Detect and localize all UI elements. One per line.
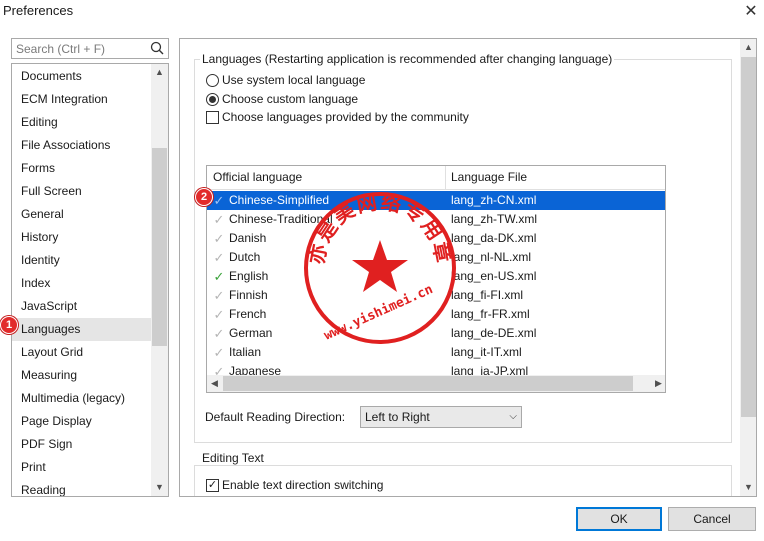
reading-direction-value: Left to Right: [365, 410, 430, 424]
category-item-languages[interactable]: Languages: [12, 318, 152, 341]
category-item-reading[interactable]: Reading: [12, 479, 152, 496]
category-item-javascript[interactable]: JavaScript: [12, 295, 152, 318]
community-languages-checkbox[interactable]: [206, 111, 219, 124]
stamp-url-text: www.yishimei.cn: [322, 282, 435, 343]
category-list: Documents ECM Integration Editing File A…: [11, 63, 169, 497]
reading-direction-label: Default Reading Direction:: [205, 410, 346, 424]
search-box[interactable]: [11, 38, 169, 59]
category-item-print[interactable]: Print: [12, 456, 152, 479]
scroll-up-arrow-icon[interactable]: ▲: [741, 40, 756, 55]
reading-direction-select[interactable]: Left to Right ⌵: [360, 406, 522, 428]
language-file: lang_da-DK.xml: [451, 231, 537, 245]
category-item-layout-grid[interactable]: Layout Grid: [12, 341, 152, 364]
watermark-stamp: 亦是美网络专用章 www.yishimei.cn: [304, 189, 456, 344]
category-item-file-associations[interactable]: File Associations: [12, 134, 152, 157]
scrollbar-thumb[interactable]: [741, 57, 756, 417]
table-header: Official language Language File: [207, 166, 665, 190]
scroll-down-arrow-icon[interactable]: ▼: [741, 480, 756, 495]
category-item-editing[interactable]: Editing: [12, 111, 152, 134]
table-horizontal-scrollbar[interactable]: ◀ ▶: [207, 375, 665, 392]
languages-group-legend: Languages (Restarting application is rec…: [200, 52, 615, 66]
category-item-identity[interactable]: Identity: [12, 249, 152, 272]
category-item-page-display[interactable]: Page Display: [12, 410, 152, 433]
language-file: lang_en-US.xml: [451, 269, 537, 283]
annotation-badge-1: 1: [0, 316, 18, 334]
text-direction-switching-checkbox[interactable]: ✓: [206, 479, 219, 492]
use-system-language-radio[interactable]: [206, 74, 219, 87]
search-icon[interactable]: [150, 41, 164, 55]
check-icon: ✓: [213, 307, 225, 322]
search-input[interactable]: [12, 39, 144, 58]
language-file: lang_zh-CN.xml: [451, 193, 537, 207]
category-item-index[interactable]: Index: [12, 272, 152, 295]
chevron-down-icon: ⌵: [509, 411, 517, 422]
window-title: Preferences: [3, 3, 74, 18]
star-icon: [352, 240, 408, 292]
check-icon: ✓: [213, 250, 225, 265]
category-item-full-screen[interactable]: Full Screen: [12, 180, 152, 203]
category-item-multimedia-legacy[interactable]: Multimedia (legacy): [12, 387, 152, 410]
panel-scrollbar[interactable]: ▲ ▼: [740, 39, 756, 496]
category-item-pdf-sign[interactable]: PDF Sign: [12, 433, 152, 456]
category-item-measuring[interactable]: Measuring: [12, 364, 152, 387]
language-file: lang_fi-FI.xml: [451, 288, 524, 302]
scroll-up-arrow-icon[interactable]: ▲: [152, 65, 167, 80]
scrollbar-thumb[interactable]: [223, 376, 633, 391]
check-icon: ✓: [213, 269, 225, 284]
language-name: English: [229, 269, 269, 283]
scroll-left-arrow-icon[interactable]: ◀: [207, 376, 222, 391]
language-name: Italian: [229, 345, 262, 359]
category-scrollbar[interactable]: ▲ ▼: [151, 64, 168, 496]
editing-text-legend: Editing Text: [200, 451, 266, 465]
close-icon[interactable]: ✕: [740, 2, 762, 22]
settings-panel: Languages (Restarting application is rec…: [179, 38, 757, 497]
ok-button[interactable]: OK: [576, 507, 662, 531]
check-icon: ✓: [213, 193, 225, 208]
category-item-ecm-integration[interactable]: ECM Integration: [12, 88, 152, 111]
category-item-documents[interactable]: Documents: [12, 65, 152, 88]
scroll-down-arrow-icon[interactable]: ▼: [152, 480, 167, 495]
check-icon: ✓: [213, 231, 225, 246]
scrollbar-thumb[interactable]: [152, 148, 167, 346]
community-languages-label: Choose languages provided by the communi…: [222, 110, 469, 124]
language-file: lang_de-DE.xml: [451, 326, 537, 340]
column-header-official-language[interactable]: Official language: [207, 166, 302, 189]
category-item-history[interactable]: History: [12, 226, 152, 249]
language-file: lang_fr-FR.xml: [451, 307, 530, 321]
language-name: German: [229, 326, 273, 340]
language-name: Dutch: [229, 250, 261, 264]
category-item-forms[interactable]: Forms: [12, 157, 152, 180]
column-header-language-file[interactable]: Language File: [445, 166, 527, 189]
language-file: lang_zh-TW.xml: [451, 212, 538, 226]
check-icon: ✓: [213, 345, 225, 360]
category-item-general[interactable]: General: [12, 203, 152, 226]
language-file: lang_it-IT.xml: [451, 345, 522, 359]
choose-custom-language-label: Choose custom language: [222, 92, 359, 106]
annotation-badge-2: 2: [195, 188, 213, 206]
language-name: Danish: [229, 231, 267, 245]
language-name: Finnish: [229, 288, 268, 302]
language-name: French: [229, 307, 267, 321]
choose-custom-language-radio[interactable]: [206, 93, 219, 106]
check-icon: ✓: [213, 288, 225, 303]
language-file: lang_nl-NL.xml: [451, 250, 532, 264]
use-system-language-label: Use system local language: [222, 73, 366, 87]
cancel-button[interactable]: Cancel: [668, 507, 756, 531]
scroll-right-arrow-icon[interactable]: ▶: [651, 376, 665, 391]
check-icon: ✓: [213, 326, 225, 341]
check-icon: ✓: [213, 212, 225, 227]
text-direction-switching-label: Enable text direction switching: [222, 478, 384, 492]
title-bar: Preferences ✕: [0, 0, 764, 28]
